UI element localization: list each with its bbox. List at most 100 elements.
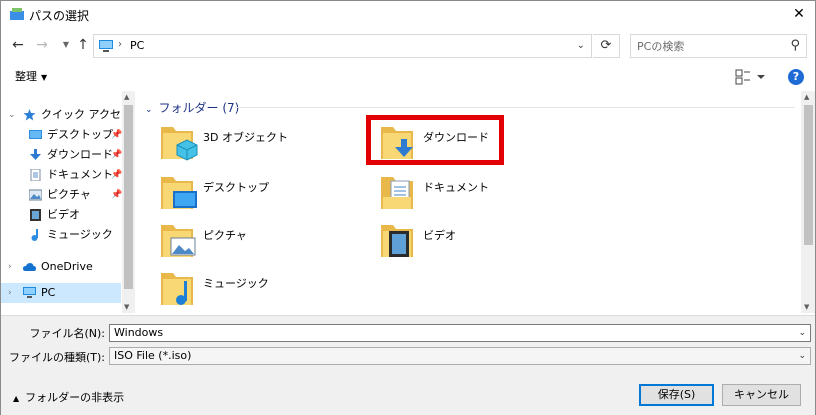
pc-icon xyxy=(99,40,113,52)
back-arrow-icon[interactable]: ← xyxy=(9,35,27,55)
videos-folder-icon xyxy=(381,225,413,257)
group-divider xyxy=(235,107,795,108)
content-scrollbar[interactable]: ▲ ▼ xyxy=(801,91,815,313)
forward-arrow-icon[interactable]: → xyxy=(33,35,51,55)
3d-objects-folder-icon xyxy=(161,127,198,161)
refresh-button[interactable]: ⟳ xyxy=(593,34,620,58)
filename-label: ファイル名(N): xyxy=(29,327,105,340)
nav-item-label: PC xyxy=(41,286,56,299)
chevron-right-icon[interactable]: › xyxy=(8,257,12,277)
folder-label: ミュージック xyxy=(203,277,269,290)
star-icon xyxy=(23,109,36,121)
documents-folder-icon xyxy=(381,177,413,209)
nav-item-quick-access[interactable]: ⌄ クイック アクセス xyxy=(1,105,132,125)
music-icon xyxy=(31,229,38,241)
nav-item-label: ミュージック xyxy=(47,228,113,241)
scroll-down-arrow-icon[interactable]: ▼ xyxy=(804,303,809,311)
scrollbar-thumb[interactable] xyxy=(804,105,813,245)
folder-label: ドキュメント xyxy=(423,181,489,194)
chevron-down-icon: ⌄ xyxy=(145,105,153,115)
nav-item-desktop[interactable]: デスクトップ 📌 xyxy=(1,125,122,145)
view-options-icon[interactable] xyxy=(735,69,765,85)
navigation-pane: ⌄ クイック アクセス デスクトップ 📌 ダウンロード 📌 ドキュメント 📌 ピ… xyxy=(1,91,135,313)
group-header[interactable]: ⌄ フォルダー (7) xyxy=(145,99,239,116)
scrollbar-thumb[interactable] xyxy=(124,105,133,289)
chevron-down-icon[interactable]: ⌄ xyxy=(798,348,806,364)
address-dropdown-chevron-icon[interactable]: ⌄ xyxy=(577,40,585,51)
folder-item-3d-objects[interactable]: 3D オブジェクト xyxy=(159,123,359,169)
video-icon xyxy=(30,209,41,221)
chevron-up-icon: ▲ xyxy=(13,394,20,403)
nav-item-label: デスクトップ xyxy=(47,128,113,141)
filetype-value: ISO File (*.iso) xyxy=(114,349,192,362)
nav-item-label: クイック アクセス xyxy=(41,108,132,121)
nav-item-label: ダウンロード xyxy=(47,148,113,161)
pin-icon[interactable]: 📌 xyxy=(111,165,122,185)
search-icon[interactable]: ⚲ xyxy=(790,38,800,53)
dialog-footer: ファイル名(N): Windows ⌄ ファイルの種類(T): ISO File… xyxy=(1,315,815,415)
folder-item-desktop[interactable]: デスクトップ xyxy=(159,173,359,219)
nav-scrollbar[interactable]: ▲ ▼ xyxy=(122,91,135,313)
pin-icon[interactable]: 📌 xyxy=(111,125,122,145)
search-box: ⚲ xyxy=(630,34,807,58)
nav-item-videos[interactable]: ビデオ xyxy=(1,205,121,225)
filename-field[interactable]: Windows ⌄ xyxy=(109,324,811,342)
filetype-select[interactable]: ISO File (*.iso) ⌄ xyxy=(109,347,811,365)
title-bar: パスの選択 ✕ xyxy=(1,1,815,29)
chevron-down-icon: ▼ xyxy=(41,73,48,82)
nav-item-onedrive[interactable]: › OneDrive xyxy=(1,257,121,277)
group-label: フォルダー (7) xyxy=(158,101,240,115)
close-button[interactable]: ✕ xyxy=(789,4,809,24)
nav-item-label: OneDrive xyxy=(41,260,93,273)
nav-item-music[interactable]: ミュージック xyxy=(1,225,121,245)
folder-item-pictures[interactable]: ピクチャ xyxy=(159,221,359,267)
desktop-icon xyxy=(29,130,42,139)
folder-label: ビデオ xyxy=(423,229,456,242)
filename-value: Windows xyxy=(114,326,164,339)
nav-item-pc[interactable]: › PC xyxy=(1,283,121,303)
pin-icon[interactable]: 📌 xyxy=(111,145,122,165)
chevron-down-icon[interactable]: ⌄ xyxy=(798,325,806,341)
folder-label: ピクチャ xyxy=(203,229,247,242)
save-button[interactable]: 保存(S) xyxy=(639,384,714,406)
chevron-down-icon[interactable]: ⌄ xyxy=(8,105,16,125)
breadcrumb-separator-icon[interactable]: › xyxy=(118,39,122,50)
folder-label: デスクトップ xyxy=(203,181,269,194)
help-icon[interactable]: ? xyxy=(788,69,804,85)
app-icon xyxy=(10,8,24,20)
folder-item-documents[interactable]: ドキュメント xyxy=(379,173,579,219)
music-folder-icon xyxy=(161,273,193,305)
search-input[interactable] xyxy=(637,38,777,54)
pictures-folder-icon xyxy=(161,225,196,257)
nav-item-label: ピクチャ xyxy=(47,188,91,201)
organize-label: 整理 xyxy=(15,70,37,83)
cancel-button[interactable]: キャンセル xyxy=(722,384,801,406)
document-icon xyxy=(30,169,41,181)
chevron-right-icon[interactable]: › xyxy=(8,283,12,303)
up-arrow-icon[interactable]: ↑ xyxy=(74,35,92,55)
pin-icon[interactable]: 📌 xyxy=(111,185,122,205)
organize-button[interactable]: 整理 ▼ xyxy=(15,68,47,84)
hide-folders-label: フォルダーの非表示 xyxy=(25,391,125,404)
folder-item-music[interactable]: ミュージック xyxy=(159,269,359,315)
nav-item-downloads[interactable]: ダウンロード 📌 xyxy=(1,145,122,165)
scroll-up-arrow-icon[interactable]: ▲ xyxy=(124,93,129,101)
nav-item-label: ビデオ xyxy=(47,208,80,221)
nav-item-pictures[interactable]: ピクチャ 📌 xyxy=(1,185,122,205)
desktop-folder-icon xyxy=(161,177,197,209)
save-dialog: パスの選択 ✕ ← → ▼ ↑ › PC ⌄ ⟳ ⚲ 整理 ▼ xyxy=(0,0,816,415)
content-pane: ⌄ フォルダー (7) 3D オブジェクト ダウンロード デスクトップ ドキュメ… xyxy=(139,91,801,313)
toolbar: 整理 ▼ ? xyxy=(1,63,815,89)
nav-item-documents[interactable]: ドキュメント 📌 xyxy=(1,165,122,185)
recent-locations-chevron-icon[interactable]: ▼ xyxy=(57,35,75,55)
hide-folders-toggle[interactable]: ▲ フォルダーの非表示 xyxy=(13,389,124,405)
breadcrumb-location[interactable]: PC xyxy=(130,39,144,52)
cloud-icon xyxy=(23,263,36,271)
picture-icon xyxy=(29,189,42,201)
scroll-down-arrow-icon[interactable]: ▼ xyxy=(124,303,129,311)
download-icon xyxy=(30,149,41,160)
address-bar[interactable]: › PC ⌄ xyxy=(93,34,592,58)
folder-item-videos[interactable]: ビデオ xyxy=(379,221,579,267)
folder-label: 3D オブジェクト xyxy=(203,131,288,144)
scroll-up-arrow-icon[interactable]: ▲ xyxy=(804,93,809,101)
